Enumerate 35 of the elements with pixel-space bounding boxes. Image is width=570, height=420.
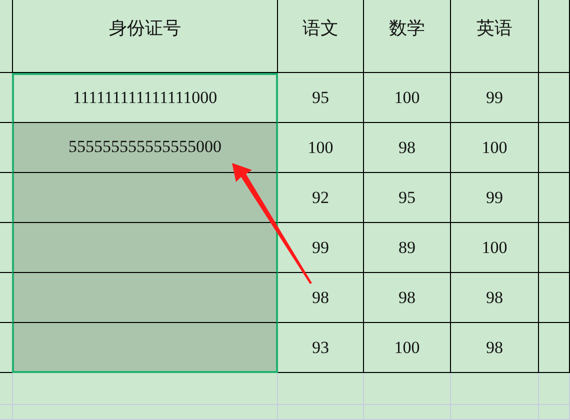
column-header: 数学 (364, 0, 451, 73)
table-cell: 93 (278, 323, 364, 373)
column-header: 身份证号 (13, 0, 278, 73)
table-cell (539, 123, 570, 173)
table-cell[interactable] (12, 323, 278, 373)
table-cell: 95 (278, 73, 364, 123)
table-cell (539, 405, 570, 420)
table-cell: 99 (451, 73, 539, 123)
table-cell: 98 (451, 323, 539, 373)
table-cell: 100 (364, 323, 451, 373)
table-cell (0, 373, 13, 405)
table-cell: 100 (364, 73, 451, 123)
table-cell[interactable] (12, 273, 278, 323)
table-cell (539, 223, 570, 273)
table-cell: 99 (451, 173, 539, 223)
table-cell: 92 (278, 173, 364, 223)
table-cell: 89 (364, 223, 451, 273)
column-header: 英语 (451, 0, 539, 73)
table-cell: 100 (451, 223, 539, 273)
table-cell (539, 323, 570, 373)
table-cell[interactable] (12, 223, 278, 273)
table-cell (539, 173, 570, 223)
table-cell: 100 (278, 123, 364, 173)
table-cell (539, 273, 570, 323)
column-header: 语文 (278, 0, 364, 73)
table-cell: 98 (364, 273, 451, 323)
table-cell[interactable] (12, 173, 278, 223)
table-cell (539, 373, 570, 405)
table-cell (539, 73, 570, 123)
table-cell: 100 (451, 123, 539, 173)
table-cell: 98 (364, 123, 451, 173)
table-cell: 98 (451, 273, 539, 323)
table-cell[interactable]: 555555555555555000 (12, 123, 278, 173)
table-cell (0, 405, 13, 420)
table-cell: 95 (364, 173, 451, 223)
